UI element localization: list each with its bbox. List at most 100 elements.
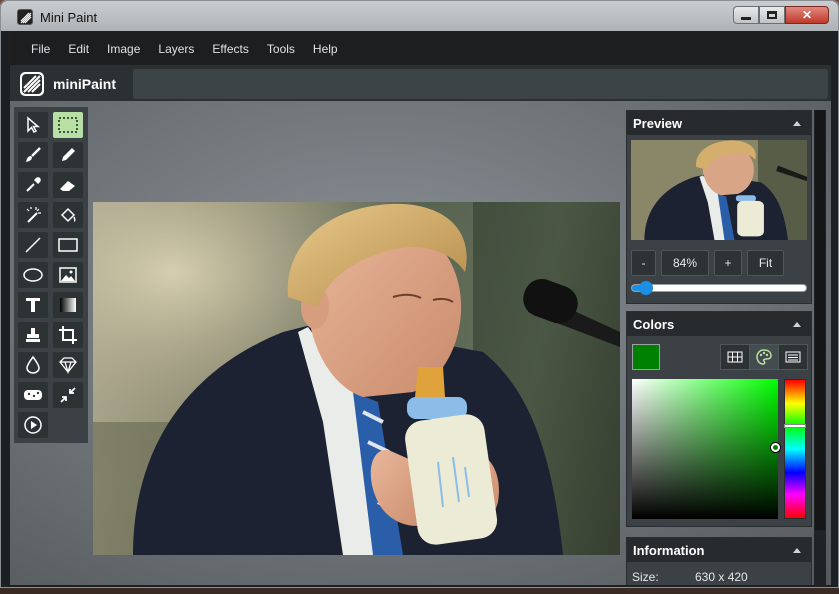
hue-slider[interactable] [784,379,806,519]
minimize-icon [741,16,751,20]
maximize-button[interactable] [759,6,785,24]
info-size-value: 630 x 420 [695,570,748,584]
rectangle-icon [58,238,78,252]
colors-panel: Colors [626,311,812,527]
preview-thumbnail[interactable] [631,140,807,240]
preview-panel: Preview - 84% + Fit [626,110,812,304]
app-container: File Edit Image Layers Effects Tools Hel… [10,31,831,586]
crop-icon [59,326,77,344]
hue-slider-handle[interactable] [784,424,806,428]
text-tool[interactable] [18,292,48,318]
drawing-canvas[interactable] [93,202,620,555]
color-list-tab[interactable] [779,345,807,369]
title-bar[interactable]: Mini Paint ✕ [1,1,838,31]
selection-tool[interactable] [53,112,83,138]
info-size-label: Size: [632,570,659,584]
information-panel-header[interactable]: Information [627,538,811,562]
erase-tool[interactable] [53,172,83,198]
close-button[interactable]: ✕ [785,6,829,24]
preview-image [631,140,807,240]
drop-icon [26,355,40,374]
pencil-icon [62,148,75,161]
preview-panel-header[interactable]: Preview [627,111,811,135]
toolbox [14,107,88,443]
color-picker-tool[interactable] [18,172,48,198]
zoom-slider-track[interactable] [631,281,807,295]
menu-tools[interactable]: Tools [258,31,304,65]
color-picker-tab[interactable] [750,345,779,369]
saturation-value-picker[interactable] [632,379,780,519]
collapse-caret-icon[interactable] [793,121,801,126]
paint-bucket-icon [60,207,76,223]
brush-tool[interactable] [18,142,48,168]
colors-title: Colors [633,317,675,332]
color-picker-handle[interactable] [771,443,780,452]
minipaint-logo-icon [19,71,45,97]
zoom-value-field[interactable]: 84% [661,250,709,276]
rectangle-tool[interactable] [53,232,83,258]
eyedropper-icon [26,177,41,192]
close-icon: ✕ [801,8,813,22]
zoom-slider-handle[interactable] [639,281,653,295]
colors-panel-header[interactable]: Colors [627,312,811,336]
gradient-tool[interactable] [53,292,83,318]
magic-wand-icon [26,207,41,223]
preview-title: Preview [633,116,683,131]
image-tool[interactable] [53,262,83,288]
color-grid-tab[interactable] [721,345,750,369]
sponge-icon [24,390,42,400]
line-tool[interactable] [18,232,48,258]
menu-image[interactable]: Image [98,31,149,65]
menu-file[interactable]: File [22,31,59,65]
brush-icon [26,147,41,162]
maximize-icon [767,11,777,19]
menu-edit[interactable]: Edit [59,31,98,65]
zoom-in-button[interactable]: + [714,250,742,276]
list-icon [785,351,801,363]
animation-tool[interactable] [18,412,48,438]
menu-help[interactable]: Help [304,31,347,65]
information-title: Information [633,543,705,558]
desaturate-tool[interactable] [18,382,48,408]
diamond-icon [59,357,77,374]
select-tool[interactable] [18,112,48,138]
ellipse-tool[interactable] [18,262,48,288]
app-logo-icon [17,9,33,25]
header-attributes-bar [133,69,828,99]
app-header: miniPaint [10,65,831,101]
window-title: Mini Paint [40,10,98,25]
side-panel-scrollbar-thumb[interactable] [815,110,825,530]
blur-tool[interactable] [18,352,48,378]
zoom-fit-button[interactable]: Fit [747,250,784,276]
canvas-image [93,202,620,555]
information-panel: Information Size: 630 x 420 [626,537,812,585]
cursor-icon [27,116,41,133]
dashed-rectangle-icon [58,117,78,133]
menu-bar: File Edit Image Layers Effects Tools Hel… [10,31,831,65]
collapse-caret-icon[interactable] [793,548,801,553]
app-name: miniPaint [53,76,117,92]
grid-icon [727,351,743,363]
play-icon [24,416,42,434]
fill-tool[interactable] [53,202,83,228]
gradient-icon [60,298,76,312]
zoom-out-button[interactable]: - [631,250,656,276]
collapse-caret-icon[interactable] [793,322,801,327]
ellipse-icon [23,268,43,282]
clone-tool[interactable] [18,322,48,348]
menu-layers[interactable]: Layers [149,31,203,65]
menu-effects[interactable]: Effects [203,31,257,65]
pencil-tool[interactable] [53,142,83,168]
workspace: Preview - 84% + Fit Colors Information S… [10,101,831,586]
eraser-icon [60,181,75,191]
text-icon [26,298,40,312]
compress-icon [60,387,76,403]
crop-tool[interactable] [53,322,83,348]
minimize-button[interactable] [733,6,759,24]
bulge-pinch-tool[interactable] [53,382,83,408]
active-color-swatch[interactable] [632,344,660,370]
image-icon [59,267,77,283]
sharpen-tool[interactable] [53,352,83,378]
magic-wand-tool[interactable] [18,202,48,228]
stamp-icon [26,328,40,342]
